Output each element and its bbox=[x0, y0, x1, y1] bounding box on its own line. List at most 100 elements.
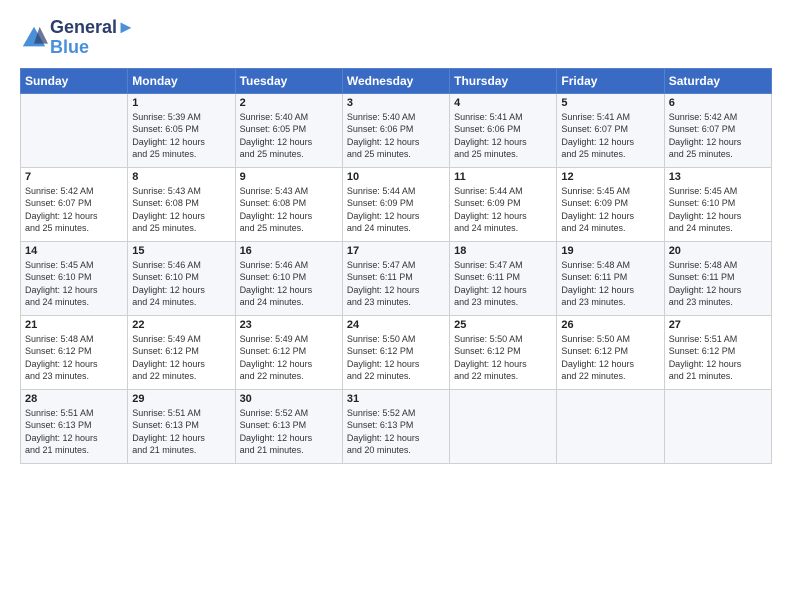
day-info: Sunrise: 5:42 AM Sunset: 6:07 PM Dayligh… bbox=[669, 111, 767, 161]
day-number: 20 bbox=[669, 245, 767, 257]
calendar-cell: 9 Sunrise: 5:43 AM Sunset: 6:08 PM Daylig… bbox=[235, 167, 342, 241]
day-info: Sunrise: 5:51 AM Sunset: 6:12 PM Dayligh… bbox=[669, 333, 767, 383]
weekday-header-sunday: Sunday bbox=[21, 68, 128, 93]
calendar-cell: 13 Sunrise: 5:45 AM Sunset: 6:10 PM Dayli… bbox=[664, 167, 771, 241]
calendar-cell: 2 Sunrise: 5:40 AM Sunset: 6:05 PM Daylig… bbox=[235, 93, 342, 167]
calendar-cell: 11 Sunrise: 5:44 AM Sunset: 6:09 PM Dayli… bbox=[450, 167, 557, 241]
weekday-header-monday: Monday bbox=[128, 68, 235, 93]
calendar-week-row: 1Sunrise: 5:39 AM Sunset: 6:05 PM Daylig… bbox=[21, 93, 772, 167]
calendar-cell: 22 Sunrise: 5:49 AM Sunset: 6:12 PM Dayli… bbox=[128, 315, 235, 389]
calendar-cell: 21 Sunrise: 5:48 AM Sunset: 6:12 PM Dayli… bbox=[21, 315, 128, 389]
day-number: 5 bbox=[561, 97, 659, 109]
calendar-week-row: 7Sunrise: 5:42 AM Sunset: 6:07 PM Daylig… bbox=[21, 167, 772, 241]
day-number: 6 bbox=[669, 97, 767, 109]
day-info: Sunrise: 5:51 AM Sunset: 6:13 PM Dayligh… bbox=[25, 407, 123, 457]
calendar-cell: 27 Sunrise: 5:51 AM Sunset: 6:12 PM Dayli… bbox=[664, 315, 771, 389]
day-number: 11 bbox=[454, 171, 552, 183]
day-number: 29 bbox=[132, 393, 230, 405]
day-number: 30 bbox=[240, 393, 338, 405]
day-info: Sunrise: 5:45 AM Sunset: 6:09 PM Dayligh… bbox=[561, 185, 659, 235]
day-number: 28 bbox=[25, 393, 123, 405]
day-number: 13 bbox=[669, 171, 767, 183]
day-number: 4 bbox=[454, 97, 552, 109]
day-info: Sunrise: 5:44 AM Sunset: 6:09 PM Dayligh… bbox=[454, 185, 552, 235]
calendar-cell bbox=[21, 93, 128, 167]
day-number: 26 bbox=[561, 319, 659, 331]
calendar-table: SundayMondayTuesdayWednesdayThursdayFrid… bbox=[20, 68, 772, 464]
calendar-cell: 28 Sunrise: 5:51 AM Sunset: 6:13 PM Dayli… bbox=[21, 389, 128, 463]
day-info: Sunrise: 5:40 AM Sunset: 6:05 PM Dayligh… bbox=[240, 111, 338, 161]
page-container: General► Blue SundayMondayTuesdayWednesd… bbox=[0, 0, 792, 474]
calendar-week-row: 14 Sunrise: 5:45 AM Sunset: 6:10 PM Dayli… bbox=[21, 241, 772, 315]
logo: General► Blue bbox=[20, 18, 135, 58]
day-number: 31 bbox=[347, 393, 445, 405]
day-info: Sunrise: 5:45 AM Sunset: 6:10 PM Dayligh… bbox=[25, 259, 123, 309]
day-info: Sunrise: 5:41 AM Sunset: 6:07 PM Dayligh… bbox=[561, 111, 659, 161]
calendar-cell: 16 Sunrise: 5:46 AM Sunset: 6:10 PM Dayli… bbox=[235, 241, 342, 315]
weekday-header-row: SundayMondayTuesdayWednesdayThursdayFrid… bbox=[21, 68, 772, 93]
weekday-header-tuesday: Tuesday bbox=[235, 68, 342, 93]
logo-text: General► Blue bbox=[50, 18, 135, 58]
weekday-header-wednesday: Wednesday bbox=[342, 68, 449, 93]
calendar-cell bbox=[557, 389, 664, 463]
calendar-cell: 14 Sunrise: 5:45 AM Sunset: 6:10 PM Dayli… bbox=[21, 241, 128, 315]
day-number: 15 bbox=[132, 245, 230, 257]
calendar-cell: 19Sunrise: 5:48 AM Sunset: 6:11 PM Dayli… bbox=[557, 241, 664, 315]
day-info: Sunrise: 5:43 AM Sunset: 6:08 PM Dayligh… bbox=[132, 185, 230, 235]
calendar-week-row: 21 Sunrise: 5:48 AM Sunset: 6:12 PM Dayli… bbox=[21, 315, 772, 389]
day-info: Sunrise: 5:50 AM Sunset: 6:12 PM Dayligh… bbox=[561, 333, 659, 383]
calendar-cell: 7Sunrise: 5:42 AM Sunset: 6:07 PM Daylig… bbox=[21, 167, 128, 241]
day-number: 16 bbox=[240, 245, 338, 257]
day-number: 9 bbox=[240, 171, 338, 183]
calendar-cell: 23 Sunrise: 5:49 AM Sunset: 6:12 PM Dayli… bbox=[235, 315, 342, 389]
day-number: 23 bbox=[240, 319, 338, 331]
day-number: 22 bbox=[132, 319, 230, 331]
day-info: Sunrise: 5:49 AM Sunset: 6:12 PM Dayligh… bbox=[132, 333, 230, 383]
calendar-cell: 26 Sunrise: 5:50 AM Sunset: 6:12 PM Dayli… bbox=[557, 315, 664, 389]
day-number: 21 bbox=[25, 319, 123, 331]
calendar-cell: 18Sunrise: 5:47 AM Sunset: 6:11 PM Dayli… bbox=[450, 241, 557, 315]
day-number: 18 bbox=[454, 245, 552, 257]
day-info: Sunrise: 5:51 AM Sunset: 6:13 PM Dayligh… bbox=[132, 407, 230, 457]
day-info: Sunrise: 5:47 AM Sunset: 6:11 PM Dayligh… bbox=[347, 259, 445, 309]
day-info: Sunrise: 5:43 AM Sunset: 6:08 PM Dayligh… bbox=[240, 185, 338, 235]
day-info: Sunrise: 5:40 AM Sunset: 6:06 PM Dayligh… bbox=[347, 111, 445, 161]
calendar-cell: 24Sunrise: 5:50 AM Sunset: 6:12 PM Dayli… bbox=[342, 315, 449, 389]
day-info: Sunrise: 5:48 AM Sunset: 6:11 PM Dayligh… bbox=[669, 259, 767, 309]
weekday-header-saturday: Saturday bbox=[664, 68, 771, 93]
day-number: 3 bbox=[347, 97, 445, 109]
day-info: Sunrise: 5:45 AM Sunset: 6:10 PM Dayligh… bbox=[669, 185, 767, 235]
day-info: Sunrise: 5:49 AM Sunset: 6:12 PM Dayligh… bbox=[240, 333, 338, 383]
day-info: Sunrise: 5:52 AM Sunset: 6:13 PM Dayligh… bbox=[240, 407, 338, 457]
day-info: Sunrise: 5:46 AM Sunset: 6:10 PM Dayligh… bbox=[132, 259, 230, 309]
calendar-cell bbox=[664, 389, 771, 463]
calendar-cell: 3 Sunrise: 5:40 AM Sunset: 6:06 PM Daylig… bbox=[342, 93, 449, 167]
calendar-cell: 5 Sunrise: 5:41 AM Sunset: 6:07 PM Daylig… bbox=[557, 93, 664, 167]
calendar-cell: 4 Sunrise: 5:41 AM Sunset: 6:06 PM Daylig… bbox=[450, 93, 557, 167]
day-number: 17 bbox=[347, 245, 445, 257]
day-number: 27 bbox=[669, 319, 767, 331]
day-number: 14 bbox=[25, 245, 123, 257]
day-info: Sunrise: 5:41 AM Sunset: 6:06 PM Dayligh… bbox=[454, 111, 552, 161]
header-row: General► Blue bbox=[20, 18, 772, 58]
calendar-cell: 29 Sunrise: 5:51 AM Sunset: 6:13 PM Dayli… bbox=[128, 389, 235, 463]
calendar-cell: 20 Sunrise: 5:48 AM Sunset: 6:11 PM Dayli… bbox=[664, 241, 771, 315]
day-info: Sunrise: 5:48 AM Sunset: 6:11 PM Dayligh… bbox=[561, 259, 659, 309]
calendar-cell: 15 Sunrise: 5:46 AM Sunset: 6:10 PM Dayli… bbox=[128, 241, 235, 315]
calendar-cell bbox=[450, 389, 557, 463]
weekday-header-thursday: Thursday bbox=[450, 68, 557, 93]
day-info: Sunrise: 5:50 AM Sunset: 6:12 PM Dayligh… bbox=[347, 333, 445, 383]
calendar-cell: 6 Sunrise: 5:42 AM Sunset: 6:07 PM Daylig… bbox=[664, 93, 771, 167]
day-info: Sunrise: 5:44 AM Sunset: 6:09 PM Dayligh… bbox=[347, 185, 445, 235]
day-number: 2 bbox=[240, 97, 338, 109]
day-info: Sunrise: 5:48 AM Sunset: 6:12 PM Dayligh… bbox=[25, 333, 123, 383]
calendar-cell: 8 Sunrise: 5:43 AM Sunset: 6:08 PM Daylig… bbox=[128, 167, 235, 241]
day-number: 8 bbox=[132, 171, 230, 183]
day-info: Sunrise: 5:50 AM Sunset: 6:12 PM Dayligh… bbox=[454, 333, 552, 383]
day-info: Sunrise: 5:46 AM Sunset: 6:10 PM Dayligh… bbox=[240, 259, 338, 309]
calendar-cell: 10 Sunrise: 5:44 AM Sunset: 6:09 PM Dayli… bbox=[342, 167, 449, 241]
day-number: 1 bbox=[132, 97, 230, 109]
calendar-cell: 25Sunrise: 5:50 AM Sunset: 6:12 PM Dayli… bbox=[450, 315, 557, 389]
day-number: 12 bbox=[561, 171, 659, 183]
day-number: 10 bbox=[347, 171, 445, 183]
